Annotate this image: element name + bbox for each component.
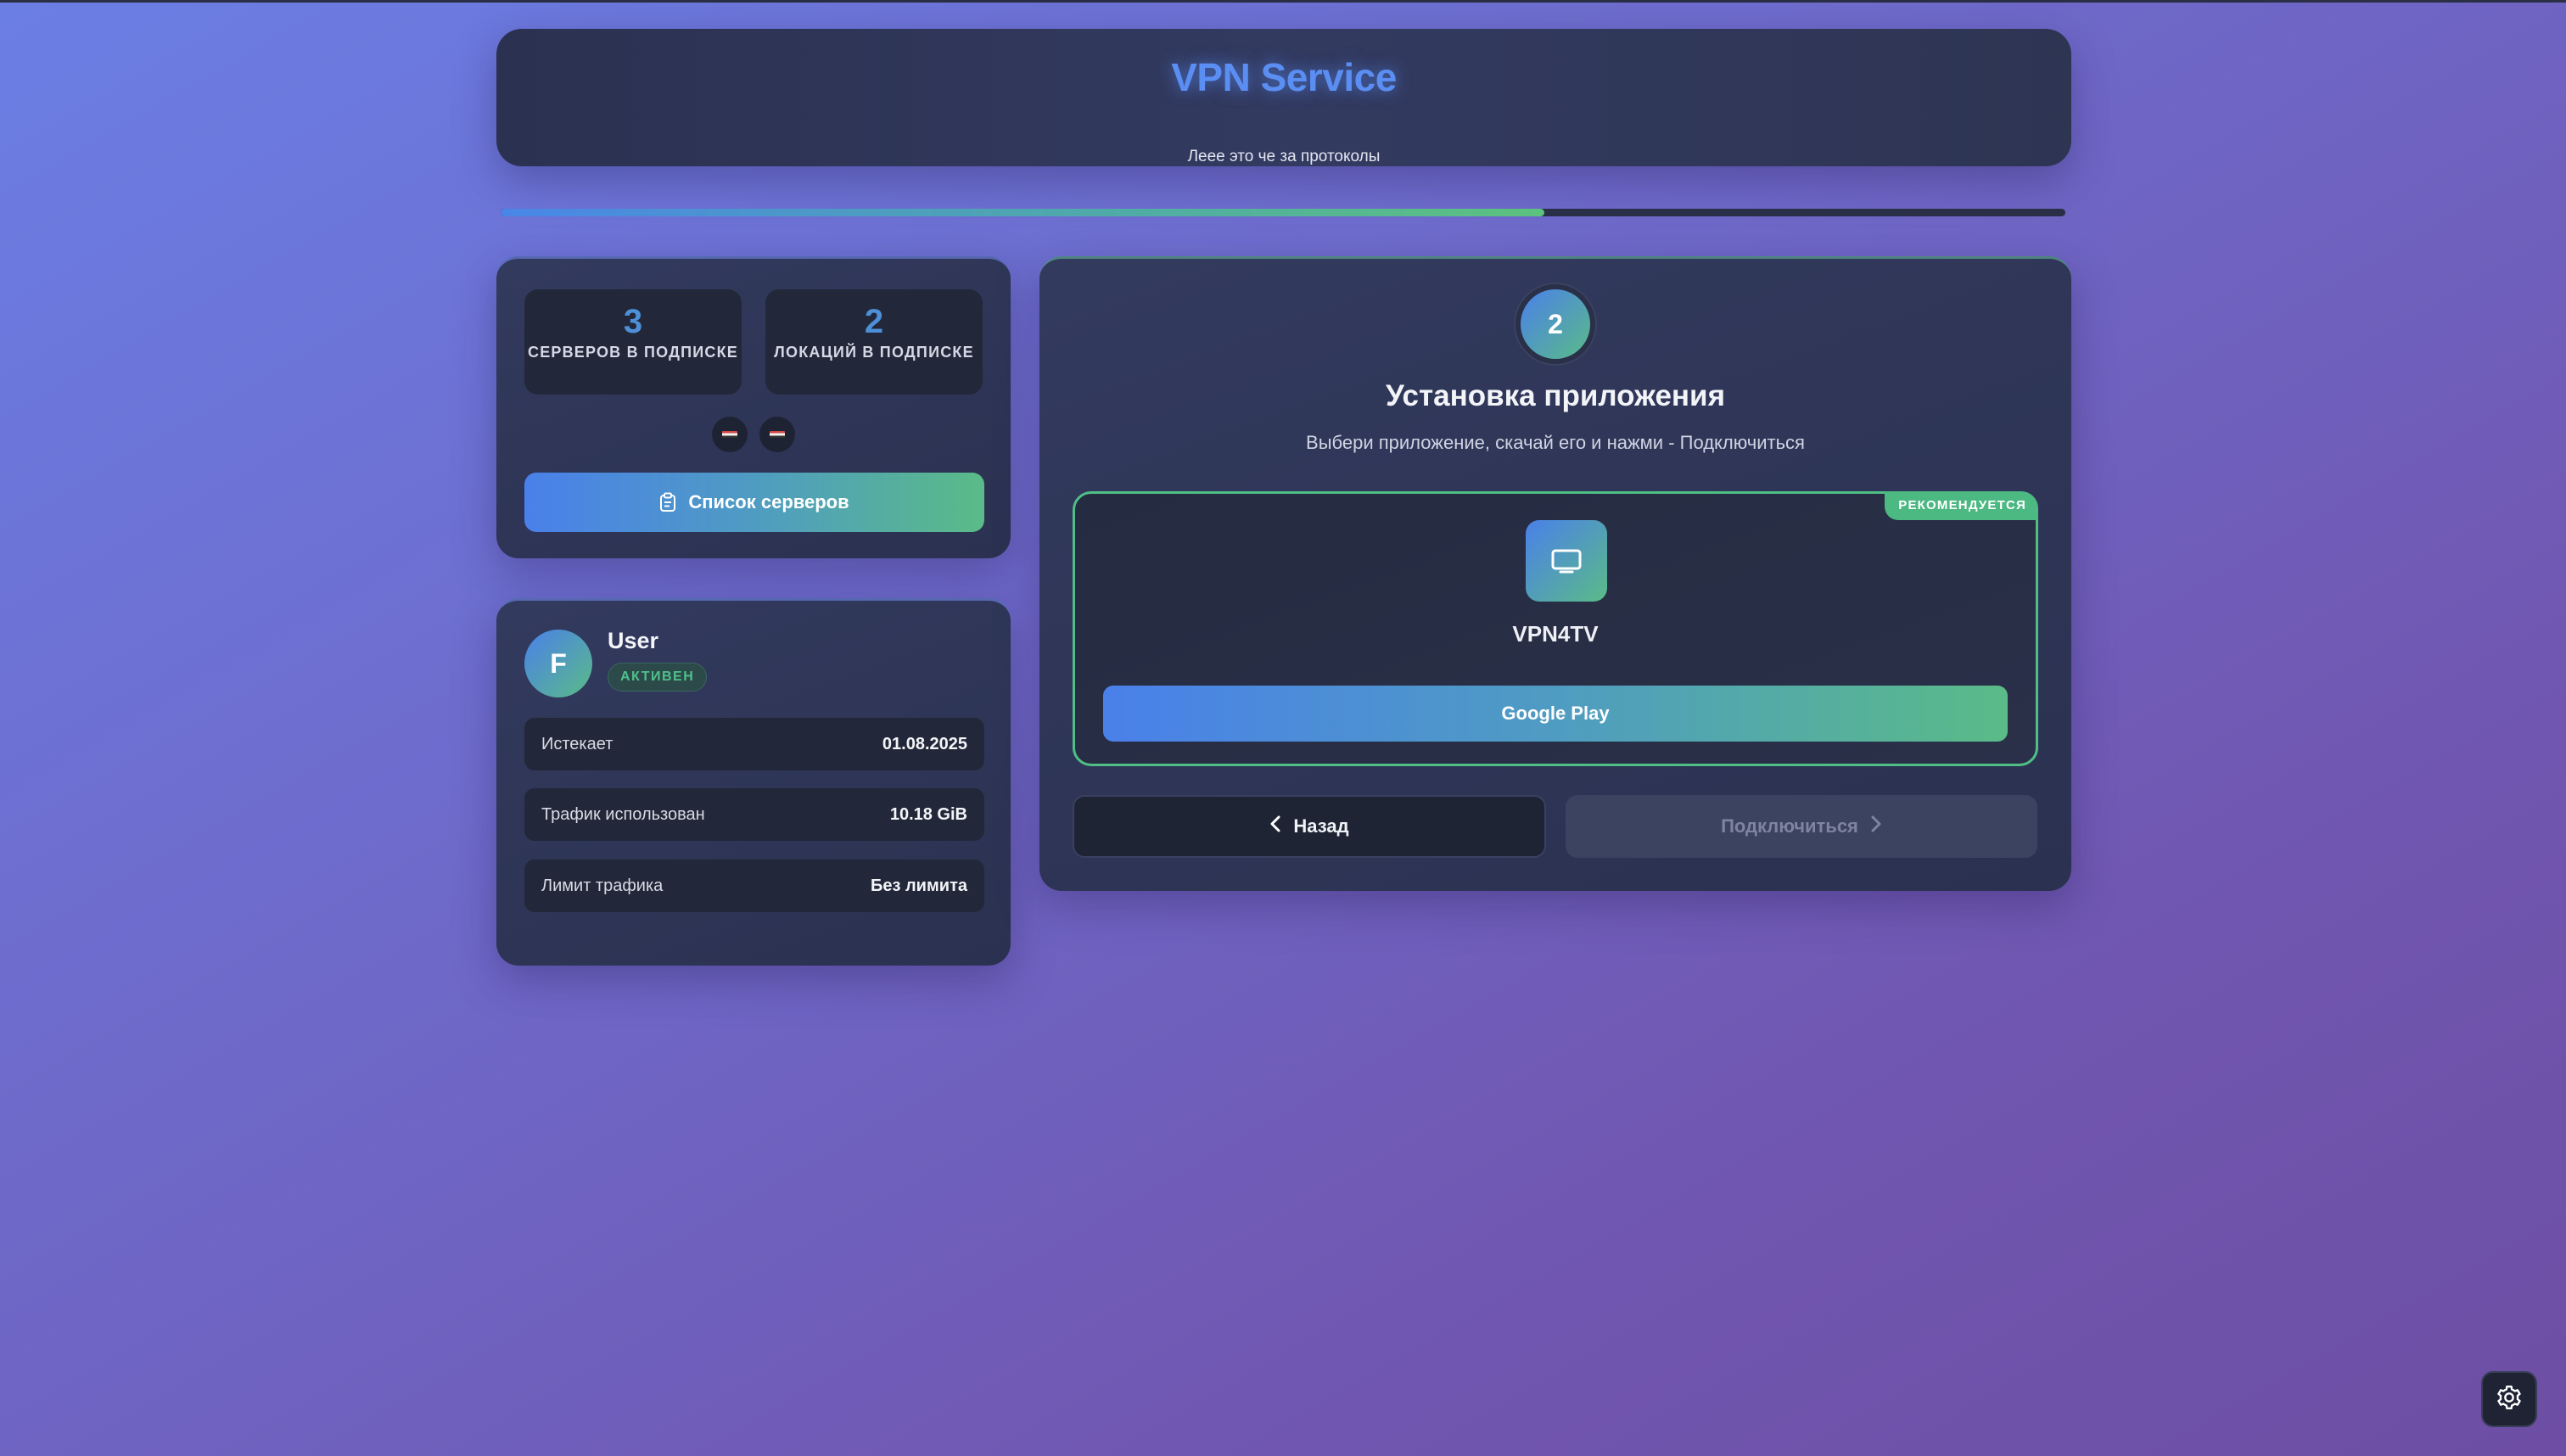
app-name: VPN4TV bbox=[1512, 621, 1599, 647]
chevron-left-icon bbox=[1269, 815, 1281, 838]
status-badge: АКТИВЕН bbox=[608, 663, 708, 692]
traffic-used-row: Трафик использован 10.18 GiB bbox=[524, 788, 984, 841]
servers-count: 3 bbox=[623, 303, 643, 340]
top-border bbox=[0, 0, 2566, 3]
clipboard-icon bbox=[659, 492, 676, 512]
setup-wizard-card: 2 Установка приложения Выбери приложение… bbox=[1039, 256, 2071, 891]
row-value: 10.18 GiB bbox=[889, 804, 967, 824]
subscription-stats-card: 3 СЕРВЕРОВ В ПОДПИСКЕ 2 ЛОКАЦИЙ В ПОДПИС… bbox=[496, 256, 1011, 558]
traffic-limit-row: Лимит трафика Без лимита bbox=[524, 860, 984, 912]
back-button[interactable]: Назад bbox=[1073, 795, 1546, 858]
page-subtitle: Леее это че за протоколы bbox=[1187, 148, 1381, 165]
progress-fill bbox=[501, 209, 1544, 216]
connect-button[interactable]: Подключиться bbox=[1566, 795, 2037, 858]
step-subtitle: Выбери приложение, скачай его и нажми - … bbox=[1306, 432, 1805, 453]
locations-count: 2 bbox=[864, 303, 884, 340]
settings-button[interactable] bbox=[2481, 1371, 2537, 1427]
location-flags bbox=[496, 417, 1011, 456]
servers-stat: 3 СЕРВЕРОВ В ПОДПИСКЕ bbox=[524, 289, 742, 395]
row-label: Трафик использован bbox=[541, 804, 705, 824]
gear-icon bbox=[2496, 1384, 2523, 1415]
user-card: F User АКТИВЕН Истекает 01.08.2025 Трафи… bbox=[496, 598, 1011, 966]
avatar: F bbox=[524, 630, 592, 697]
recommended-badge: РЕКОМЕНДУЕТСЯ bbox=[1885, 491, 2038, 520]
flag-icon bbox=[759, 417, 795, 452]
expires-row: Истекает 01.08.2025 bbox=[524, 718, 984, 770]
chevron-right-icon bbox=[1870, 815, 1882, 838]
flag-icon bbox=[712, 417, 748, 452]
row-value: Без лимита bbox=[870, 876, 967, 895]
connect-label: Подключиться bbox=[1721, 815, 1858, 837]
step-number: 2 bbox=[1521, 289, 1590, 359]
user-name: User bbox=[608, 628, 659, 653]
progress-bar bbox=[501, 209, 2065, 216]
app-option-card[interactable]: РЕКОМЕНДУЕТСЯ VPN4TV Google Play bbox=[1073, 491, 2038, 766]
locations-label: ЛОКАЦИЙ В ПОДПИСКЕ bbox=[774, 344, 974, 361]
row-value: 01.08.2025 bbox=[882, 734, 967, 753]
step-title: Установка приложения bbox=[1385, 379, 1725, 412]
servers-label: СЕРВЕРОВ В ПОДПИСКЕ bbox=[528, 344, 738, 361]
page-title: VPN Service bbox=[1171, 55, 1397, 99]
server-list-button[interactable]: Список серверов bbox=[524, 473, 984, 532]
google-play-label: Google Play bbox=[1501, 703, 1610, 724]
tv-icon bbox=[1526, 520, 1607, 602]
google-play-button[interactable]: Google Play bbox=[1103, 686, 2008, 742]
server-list-label: Список серверов bbox=[688, 491, 849, 512]
back-label: Назад bbox=[1293, 815, 1349, 837]
row-label: Лимит трафика bbox=[541, 876, 664, 895]
header-card: VPN Service Леее это че за протоколы bbox=[496, 29, 2071, 166]
row-label: Истекает bbox=[541, 734, 613, 753]
locations-stat: 2 ЛОКАЦИЙ В ПОДПИСКЕ bbox=[765, 289, 983, 395]
